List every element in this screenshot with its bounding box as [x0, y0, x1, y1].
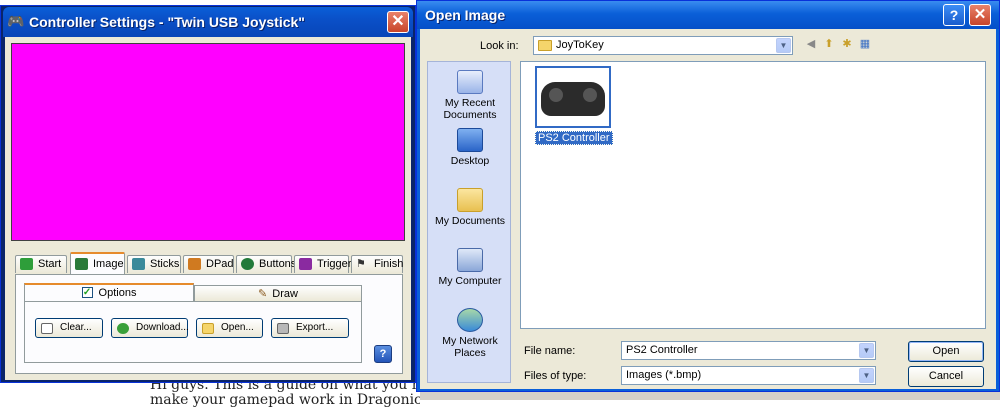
- clear-button[interactable]: Clear...: [35, 318, 103, 338]
- chevron-down-icon[interactable]: ▼: [859, 343, 874, 358]
- controller-settings-titlebar[interactable]: 🎮 Controller Settings - "Twin USB Joysti…: [3, 7, 413, 37]
- clear-button-label: Clear...: [60, 322, 92, 333]
- place-desktop[interactable]: Desktop: [428, 128, 512, 167]
- open-button-label: Open...: [221, 322, 254, 333]
- dialog-toolbar: ◀ ⬆ ✱ ▦: [804, 37, 876, 53]
- open-image-dialog: Open Image ? ✕ Look in: JoyToKey ▼ ◀ ⬆ ✱ ▦ …: [416, 0, 1000, 392]
- files-of-type-label: Files of type:: [524, 370, 587, 382]
- open-image-body: Look in: JoyToKey ▼ ◀ ⬆ ✱ ▦ My Recent Docum…: [420, 29, 996, 389]
- tab-buttons-label: Buttons: [259, 258, 297, 270]
- place-network-places-label: My Network Places: [442, 335, 498, 359]
- recent-documents-icon: [457, 70, 483, 94]
- subtab-options[interactable]: ✓ Options: [24, 283, 194, 301]
- arrow-right-icon: [20, 258, 33, 270]
- tab-finish-label: Finish: [374, 258, 404, 270]
- subtab-draw-label: Draw: [272, 288, 298, 300]
- controller-settings-window: 🎮 Controller Settings - "Twin USB Joysti…: [0, 5, 416, 383]
- file-name-label: File name:: [524, 345, 576, 357]
- desktop-icon: [457, 128, 483, 152]
- files-of-type-value: Images (*.bmp): [626, 369, 702, 381]
- chevron-down-icon[interactable]: ▼: [776, 38, 791, 53]
- view-menu-icon[interactable]: ▦: [858, 37, 872, 51]
- dialog-cancel-button[interactable]: Cancel: [908, 366, 984, 387]
- place-my-documents[interactable]: My Documents: [428, 188, 512, 227]
- places-bar: My Recent Documents Desktop My Documents…: [427, 61, 511, 383]
- up-folder-icon[interactable]: ⬆: [822, 37, 836, 51]
- download-button-label: Download...: [136, 322, 189, 333]
- tab-start-label: Start: [38, 258, 62, 270]
- tab-finish[interactable]: ⚑ Finish: [351, 255, 403, 273]
- dialog-help-button[interactable]: ?: [943, 4, 965, 26]
- tab-buttons[interactable]: Buttons: [236, 255, 296, 273]
- my-computer-icon: [457, 248, 483, 272]
- triggers-icon: [299, 258, 312, 270]
- file-name-value: PS2 Controller: [626, 344, 698, 356]
- download-button[interactable]: Download...: [111, 318, 189, 338]
- image-tab-panel: ✓ Options ✎ Draw Clear... Download... Open…: [15, 274, 403, 374]
- tab-sticks[interactable]: Sticks: [127, 255, 181, 273]
- place-network-places[interactable]: My Network Places: [428, 308, 512, 359]
- export-button[interactable]: Export...: [271, 318, 349, 338]
- file-name-field[interactable]: PS2 Controller ▼: [621, 341, 876, 360]
- gamepad-icon: 🎮: [7, 13, 25, 29]
- brush-icon: ✎: [258, 288, 268, 300]
- background-text-line-2: make your gamepad work in Dragonica :D: [150, 393, 420, 408]
- dialog-open-button[interactable]: Open: [908, 341, 984, 362]
- tab-dpad[interactable]: DPad: [183, 255, 234, 273]
- tab-triggers[interactable]: Triggers: [294, 255, 357, 273]
- close-button[interactable]: ✕: [387, 11, 409, 33]
- controller-settings-body: Start Image Sticks DPad Buttons Triggers: [5, 37, 411, 380]
- subtab-draw[interactable]: ✎ Draw: [194, 285, 362, 301]
- background-taskbar-fragment: [420, 392, 1000, 400]
- buttons-icon: [241, 258, 254, 270]
- dpad-icon: [188, 258, 201, 270]
- folder-icon: [538, 40, 552, 51]
- place-my-documents-label: My Documents: [434, 215, 506, 227]
- clear-page-icon: [41, 323, 53, 334]
- open-image-title: Open Image: [425, 7, 506, 23]
- place-my-computer[interactable]: My Computer: [428, 248, 512, 287]
- file-list: PS2 Controller: [520, 61, 986, 329]
- tab-image-label: Image: [93, 258, 124, 270]
- files-of-type-dropdown[interactable]: Images (*.bmp) ▼: [621, 366, 876, 385]
- open-button[interactable]: Open...: [196, 318, 263, 338]
- controller-image-preview: [11, 43, 405, 241]
- new-folder-icon[interactable]: ✱: [840, 37, 854, 51]
- file-item-ps2-controller[interactable]: PS2 Controller: [535, 66, 613, 145]
- help-button[interactable]: ?: [374, 345, 392, 363]
- tab-start[interactable]: Start: [15, 255, 67, 273]
- place-desktop-label: Desktop: [450, 155, 490, 167]
- look-in-value: JoyToKey: [556, 39, 604, 51]
- sticks-icon: [132, 258, 145, 270]
- chevron-down-icon[interactable]: ▼: [859, 368, 874, 383]
- globe-icon: [117, 323, 129, 334]
- export-button-label: Export...: [296, 322, 334, 333]
- file-item-name: PS2 Controller: [535, 131, 613, 145]
- image-icon: [75, 258, 88, 270]
- controller-settings-title: Controller Settings - "Twin USB Joystick…: [29, 14, 305, 30]
- my-documents-icon: [457, 188, 483, 212]
- file-thumbnail: [535, 66, 611, 128]
- open-folder-icon: [202, 323, 214, 334]
- tab-dpad-label: DPad: [206, 258, 234, 270]
- look-in-label: Look in:: [480, 40, 519, 52]
- image-subtabs: ✓ Options ✎ Draw: [24, 283, 362, 301]
- network-places-icon: [457, 308, 483, 332]
- dialog-close-button[interactable]: ✕: [969, 4, 991, 26]
- tab-sticks-label: Sticks: [150, 258, 180, 270]
- place-my-computer-label: My Computer: [438, 275, 502, 287]
- open-image-titlebar[interactable]: Open Image ? ✕: [417, 1, 999, 29]
- back-icon[interactable]: ◀: [804, 37, 818, 51]
- options-panel: Clear... Download... Open... Export...: [24, 301, 362, 363]
- gamepad-thumbnail-icon: [541, 82, 605, 116]
- place-recent-documents[interactable]: My Recent Documents: [428, 70, 512, 121]
- place-recent-documents-label: My Recent Documents: [443, 97, 497, 121]
- printer-icon: [277, 323, 289, 334]
- look-in-dropdown[interactable]: JoyToKey ▼: [533, 36, 793, 55]
- subtab-options-label: Options: [98, 287, 137, 299]
- finish-flag-icon: ⚑: [356, 258, 366, 270]
- options-checkbox[interactable]: ✓: [81, 286, 93, 298]
- tab-image[interactable]: Image: [70, 252, 125, 274]
